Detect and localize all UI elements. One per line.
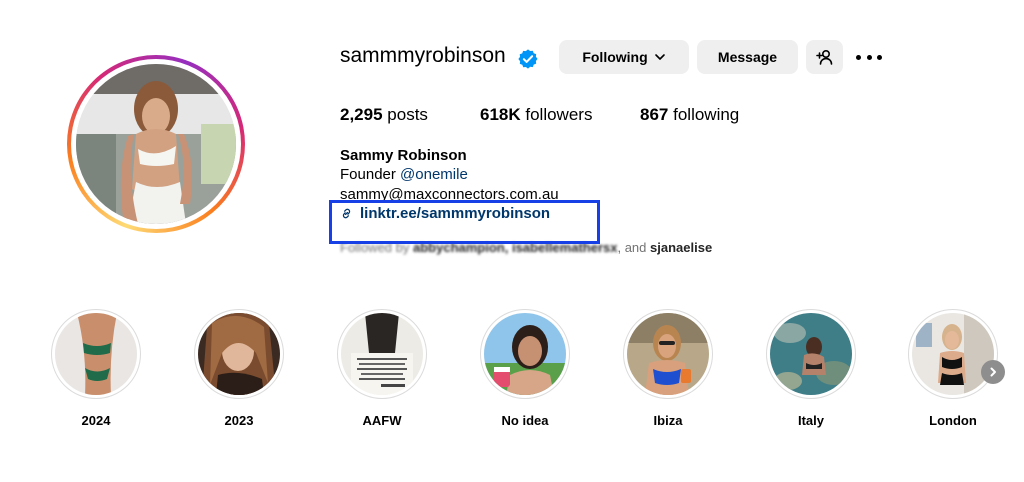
highlight-ring: [766, 309, 856, 399]
bio-founder-line: Founder @onemile: [340, 166, 468, 183]
followed-by-last: sjanaelise: [650, 240, 713, 255]
message-button[interactable]: Message: [697, 40, 798, 74]
highlight-thumbnail: [484, 313, 566, 395]
following-button[interactable]: Following: [559, 40, 689, 74]
following-count: 867: [640, 105, 669, 124]
followers-stat[interactable]: 618K followers: [480, 105, 592, 125]
followed-by-separator: , and: [617, 240, 647, 255]
add-user-button[interactable]: [806, 40, 843, 74]
story-highlight[interactable]: Ibiza: [622, 309, 714, 428]
highlight-thumbnail: [198, 313, 280, 395]
avatar-gap: [71, 59, 241, 229]
bio-full-name: Sammy Robinson: [340, 147, 467, 164]
highlight-label: No idea: [501, 413, 549, 428]
story-highlight[interactable]: AAFW: [336, 309, 428, 428]
highlight-ring: [623, 309, 713, 399]
highlight-ring: [908, 309, 998, 399]
following-label: following: [673, 105, 740, 124]
profile-avatar-ring[interactable]: [67, 55, 245, 233]
highlight-ring: [51, 309, 141, 399]
highlight-label: Italy: [797, 413, 824, 428]
verified-badge-icon: [518, 49, 538, 69]
chevron-down-icon: [654, 54, 665, 60]
highlight-ring: [480, 309, 570, 399]
highlight-ring: [194, 309, 284, 399]
bio-founder-prefix: Founder: [340, 166, 396, 183]
profile-username: sammmyrobinson: [340, 44, 506, 67]
highlight-label: London: [929, 413, 977, 428]
more-options-icon[interactable]: [856, 47, 882, 67]
highlight-label: AAFW: [362, 413, 402, 428]
posts-count: 2,295: [340, 105, 383, 124]
chevron-right-icon: [990, 367, 996, 377]
story-highlight[interactable]: 2023: [193, 309, 285, 428]
add-person-icon: [815, 49, 832, 65]
following-stat[interactable]: 867 following: [640, 105, 739, 125]
highlights-next-button[interactable]: [981, 360, 1005, 384]
message-button-label: Message: [717, 49, 778, 65]
highlight-thumbnail: [341, 313, 423, 395]
story-highlight[interactable]: Italy: [765, 309, 857, 428]
highlight-thumbnail: [770, 313, 852, 395]
highlight-thumbnail: [55, 313, 137, 395]
story-highlight[interactable]: No idea: [479, 309, 571, 428]
followers-label: followers: [525, 105, 593, 124]
highlight-label: 2023: [224, 413, 254, 428]
highlight-thumbnail: [627, 313, 709, 395]
highlight-ring: [337, 309, 427, 399]
story-highlight[interactable]: 2024: [50, 309, 142, 428]
highlight-label: 2024: [81, 413, 111, 428]
posts-stat: 2,295 posts: [340, 105, 428, 125]
bio-mention-link[interactable]: @onemile: [400, 166, 468, 183]
profile-avatar: [76, 64, 236, 224]
posts-label: posts: [387, 105, 428, 124]
highlight-label: Ibiza: [653, 413, 683, 428]
followers-count: 618K: [480, 105, 521, 124]
following-button-label: Following: [582, 49, 648, 65]
annotation-highlight-box: [329, 200, 600, 244]
highlight-thumbnail: [912, 313, 994, 395]
